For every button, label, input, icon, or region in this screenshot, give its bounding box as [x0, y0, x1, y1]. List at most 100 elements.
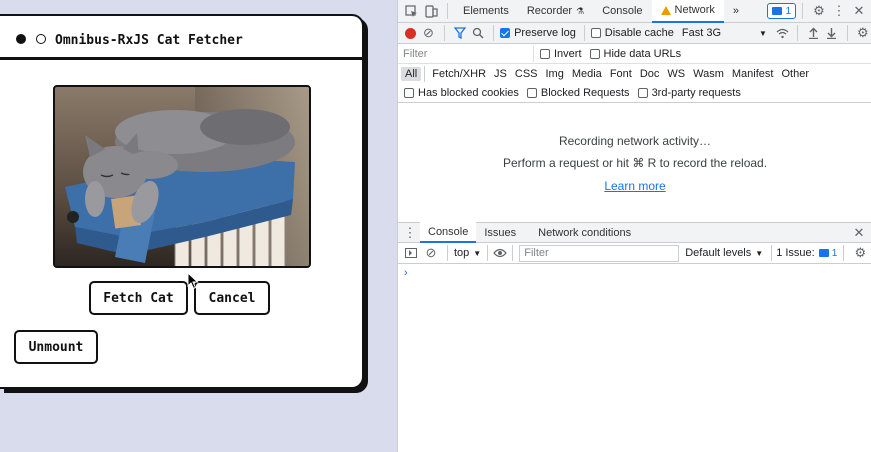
close-devtools-icon[interactable]: ✕	[849, 1, 869, 21]
levels-chevron-icon: ▼	[755, 248, 764, 258]
app-viewport: Omnibus-RxJS Cat Fetcher Fetch Cat Cance…	[0, 0, 397, 452]
live-expression-eye-icon[interactable]	[490, 243, 510, 263]
cat-fetcher-window: Omnibus-RxJS Cat Fetcher Fetch Cat Cance…	[0, 14, 364, 389]
console-issues-button[interactable]: 1 Issue: 1	[776, 245, 838, 261]
app-title: Omnibus-RxJS Cat Fetcher	[55, 33, 243, 48]
console-filter-input[interactable]: Filter	[519, 244, 680, 262]
network-toolbar: ⊘ Preserve log Disable cache Fast 3G ▼ ⚙	[398, 23, 871, 44]
network-settings-gear-icon[interactable]: ⚙	[854, 23, 871, 43]
tab-elements[interactable]: Elements	[454, 0, 518, 23]
drawer-tab-issues[interactable]: Issues	[476, 222, 524, 243]
throttling-select[interactable]: Fast 3G ▼	[682, 27, 767, 39]
reload-hint: Perform a request or hit ⌘ R to record t…	[502, 156, 768, 170]
network-conditions-wifi-icon[interactable]	[773, 23, 791, 43]
console-message-icon	[818, 249, 829, 257]
console-toolbar: ⊘ top ▼ Filter Default levels ▼ 1 Issue:…	[398, 243, 871, 264]
third-party-check-icon	[637, 87, 648, 98]
clear-icon[interactable]: ⊘	[419, 23, 437, 43]
cat-photo-illustration	[55, 87, 309, 266]
console-sidebar-icon[interactable]	[401, 243, 421, 263]
preserve-log-check-icon	[500, 28, 511, 38]
unmount-button[interactable]: Unmount	[14, 330, 98, 364]
network-filter-bar: Filter Invert Hide data URLs	[398, 44, 871, 64]
type-filter-font[interactable]: Font	[606, 67, 636, 81]
console-issues-count: 1	[831, 247, 838, 259]
disable-cache-checkbox[interactable]: Disable cache	[590, 27, 674, 39]
blocked-cookies-check-icon	[404, 87, 414, 98]
flask-icon: ⚗	[576, 5, 585, 16]
blocked-cookies-label: Has blocked cookies	[418, 86, 519, 99]
console-settings-gear-icon[interactable]: ⚙	[850, 243, 870, 263]
fetch-cat-button[interactable]: Fetch Cat	[89, 281, 188, 315]
context-select[interactable]: top ▼	[454, 247, 481, 259]
context-value: top	[454, 247, 470, 259]
window-dot-empty-icon	[36, 34, 46, 44]
log-levels-value: Default levels	[685, 247, 752, 259]
close-drawer-icon[interactable]: ✕	[849, 223, 869, 243]
type-filter-other[interactable]: Other	[777, 67, 813, 81]
window-dot-filled-icon	[16, 34, 26, 44]
devtools-panel: Elements Recorder ⚗ Console Network » 1 …	[397, 0, 871, 452]
filter-funnel-icon[interactable]	[451, 23, 469, 43]
hide-data-urls-check-icon	[589, 48, 600, 59]
network-filter-input[interactable]: Filter	[398, 45, 534, 62]
console-issues-badge: 1	[818, 245, 838, 261]
console-prompt[interactable]: ›	[404, 267, 408, 279]
type-filter-all[interactable]: All	[401, 66, 422, 81]
disable-cache-label: Disable cache	[604, 27, 674, 39]
invert-checkbox[interactable]: Invert	[540, 48, 582, 60]
issues-count: 1	[785, 5, 791, 17]
log-levels-select[interactable]: Default levels ▼	[685, 247, 763, 259]
resource-type-filters: All Fetch/XHR JS CSS Img Media Font Doc …	[398, 64, 871, 83]
hide-data-urls-checkbox[interactable]: Hide data URLs	[589, 47, 682, 60]
tab-console[interactable]: Console	[593, 0, 651, 23]
clear-console-icon[interactable]: ⊘	[421, 243, 441, 263]
drawer-tab-console[interactable]: Console	[420, 222, 477, 243]
cat-image	[53, 85, 311, 268]
type-filter-media[interactable]: Media	[568, 67, 606, 81]
network-empty-state: Recording network activity… Perform a re…	[398, 104, 871, 221]
blocked-requests-checkbox[interactable]: Blocked Requests	[526, 87, 630, 99]
import-har-icon[interactable]	[804, 23, 822, 43]
type-filter-img[interactable]: Img	[542, 67, 568, 81]
tab-network-label: Network	[674, 4, 715, 16]
export-har-icon[interactable]	[822, 23, 840, 43]
learn-more-link[interactable]: Learn more	[398, 179, 871, 193]
type-filter-ws[interactable]: WS	[663, 67, 689, 81]
third-party-checkbox[interactable]: 3rd-party requests	[637, 86, 741, 99]
warning-icon	[660, 5, 671, 15]
throttling-value: Fast 3G	[681, 27, 721, 39]
more-options-icon[interactable]: ⋮	[829, 1, 849, 21]
issues-badge[interactable]: 1	[767, 3, 796, 19]
tab-recorder[interactable]: Recorder ⚗	[518, 0, 593, 23]
preserve-log-checkbox[interactable]: Preserve log	[500, 27, 576, 39]
type-filter-manifest[interactable]: Manifest	[728, 67, 778, 81]
device-toolbar-icon[interactable]	[421, 1, 441, 21]
drawer-menu-icon[interactable]: ⋮	[400, 223, 420, 243]
search-icon[interactable]	[469, 23, 487, 43]
window-titlebar: Omnibus-RxJS Cat Fetcher	[0, 16, 362, 60]
blocked-cookies-checkbox[interactable]: Has blocked cookies	[404, 87, 519, 99]
devtools-tab-bar: Elements Recorder ⚗ Console Network » 1 …	[398, 0, 871, 23]
settings-gear-icon[interactable]: ⚙	[809, 1, 829, 21]
cancel-button[interactable]: Cancel	[194, 281, 270, 315]
type-filter-doc[interactable]: Doc	[636, 67, 664, 81]
type-filter-css[interactable]: CSS	[511, 67, 542, 81]
blocked-requests-check-icon	[526, 87, 537, 98]
more-tabs-button[interactable]: »	[724, 0, 748, 23]
record-button[interactable]	[401, 23, 419, 43]
type-filter-js[interactable]: JS	[490, 67, 511, 81]
invert-check-icon	[540, 48, 550, 59]
type-filter-fetch-xhr[interactable]: Fetch/XHR	[428, 67, 490, 81]
hide-data-urls-label: Hide data URLs	[603, 47, 682, 60]
request-block-filters: Has blocked cookies Blocked Requests 3rd…	[398, 83, 871, 103]
tab-recorder-label: Recorder	[526, 5, 573, 17]
mouse-cursor-icon	[187, 272, 199, 290]
tab-network[interactable]: Network	[651, 0, 724, 23]
drawer-tab-network-conditions[interactable]: Network conditions	[530, 222, 639, 243]
type-filter-wasm[interactable]: Wasm	[689, 67, 728, 81]
record-icon	[404, 27, 416, 39]
third-party-label: 3rd-party requests	[651, 86, 741, 99]
invert-label: Invert	[554, 47, 582, 60]
inspect-element-icon[interactable]	[401, 1, 421, 21]
